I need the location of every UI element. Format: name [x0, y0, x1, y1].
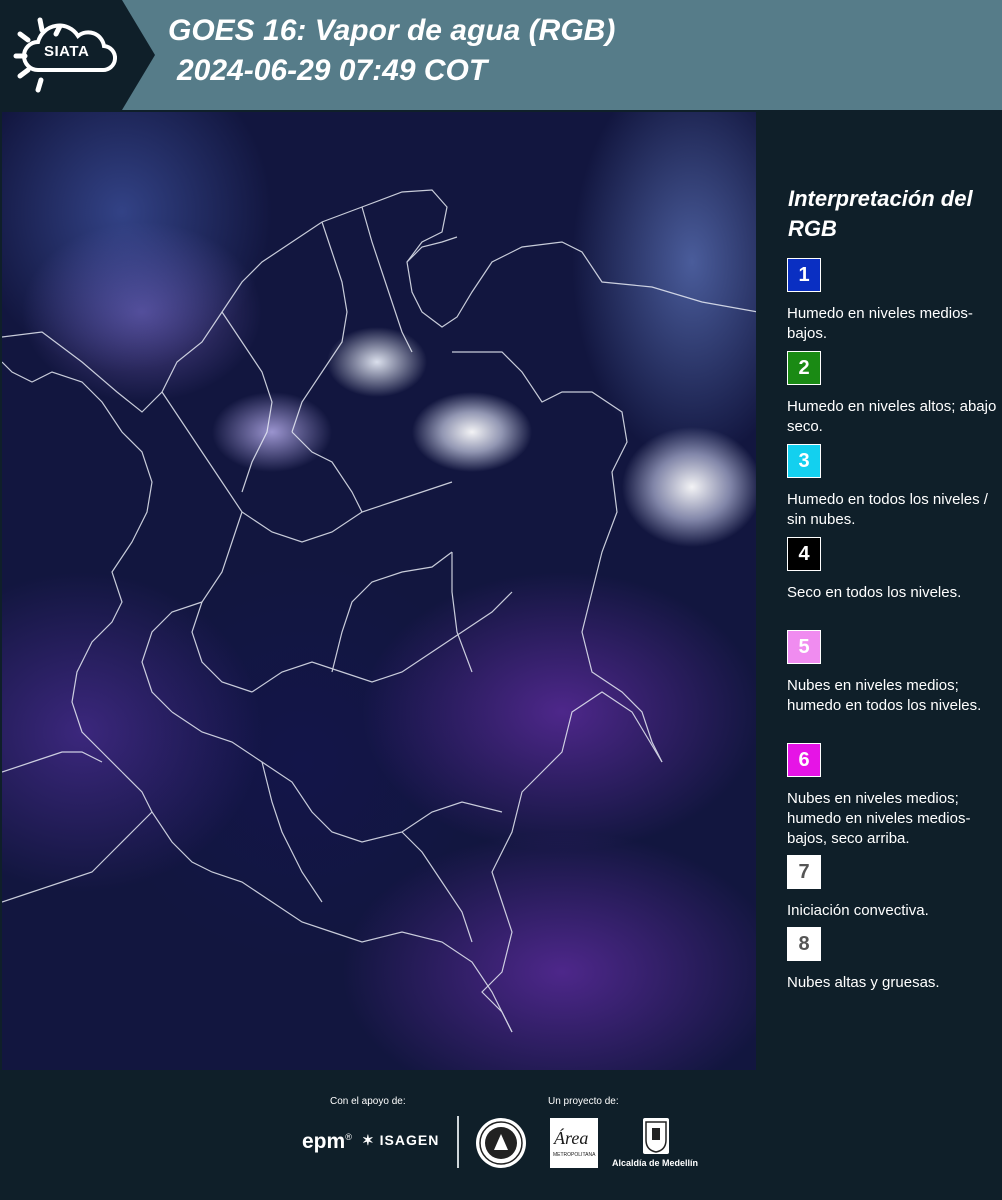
- legend-swatch: 6: [787, 743, 821, 777]
- timestamp: 2024-06-29 07:49 COT: [177, 54, 488, 87]
- legend-swatch: 2: [787, 351, 821, 385]
- epm-logo[interactable]: epm®: [302, 1130, 352, 1154]
- legend-swatch: 3: [787, 444, 821, 478]
- legend-description: Humedo en todos los niveles / sin nubes.: [787, 491, 988, 528]
- isagen-logo-text: ISAGEN: [379, 1132, 440, 1148]
- area-logo-text: Área: [554, 1128, 589, 1148]
- legend-description: Iniciación convectiva.: [787, 902, 929, 919]
- area-logo-subtext: METROPOLITANA: [553, 1152, 596, 1158]
- registered-mark: ®: [345, 1132, 352, 1142]
- boundary-lines: [2, 189, 758, 1033]
- epm-logo-text: epm: [302, 1130, 346, 1153]
- legend-description: Humedo en niveles medios-bajos.: [787, 305, 973, 342]
- siata-logo[interactable]: SIATA: [0, 0, 155, 110]
- government-seal-icon[interactable]: [476, 1118, 526, 1168]
- logo-text: SIATA: [44, 43, 90, 60]
- legend-swatch: 1: [787, 258, 821, 292]
- page-title: GOES 16: Vapor de agua (RGB): [168, 14, 616, 47]
- footer: Con el apoyo de: Un proyecto de: epm® ✶ …: [0, 1070, 1002, 1200]
- footer-divider: [457, 1116, 459, 1168]
- area-metropolitana-logo[interactable]: Área METROPOLITANA: [550, 1118, 598, 1168]
- alcaldia-shield-icon[interactable]: [643, 1118, 669, 1154]
- legend-title: Interpretación del RGB: [788, 186, 973, 241]
- legend-swatch: 7: [787, 855, 821, 889]
- alcaldia-label: Alcaldía de Medellín: [612, 1158, 699, 1168]
- legend-swatch: 4: [787, 537, 821, 571]
- isagen-icon: ✶: [362, 1132, 380, 1148]
- legend-description: Nubes en niveles medios; humedo en nivel…: [787, 790, 971, 847]
- legend-swatch: 5: [787, 630, 821, 664]
- legend-panel: Interpretación del RGB 1 Humedo en nivel…: [760, 112, 1002, 1070]
- legend-description: Humedo en niveles altos; abajo seco.: [787, 398, 997, 435]
- legend-description: Nubes altas y gruesas.: [787, 974, 940, 991]
- satellite-map[interactable]: [2, 112, 758, 1070]
- project-label: Un proyecto de:: [548, 1096, 619, 1107]
- seal-emblem-icon: [479, 1121, 523, 1165]
- isagen-logo[interactable]: ✶ ISAGEN: [362, 1132, 439, 1149]
- coat-of-arms-icon: [645, 1121, 667, 1153]
- legend-swatch: 8: [787, 927, 821, 961]
- legend-description: Seco en todos los niveles.: [787, 584, 962, 601]
- header-bar: SIATA GOES 16: Vapor de agua (RGB) 2024-…: [0, 0, 1002, 110]
- legend-description: Nubes en niveles medios; humedo en todos…: [787, 677, 982, 714]
- support-label: Con el apoyo de:: [330, 1096, 406, 1107]
